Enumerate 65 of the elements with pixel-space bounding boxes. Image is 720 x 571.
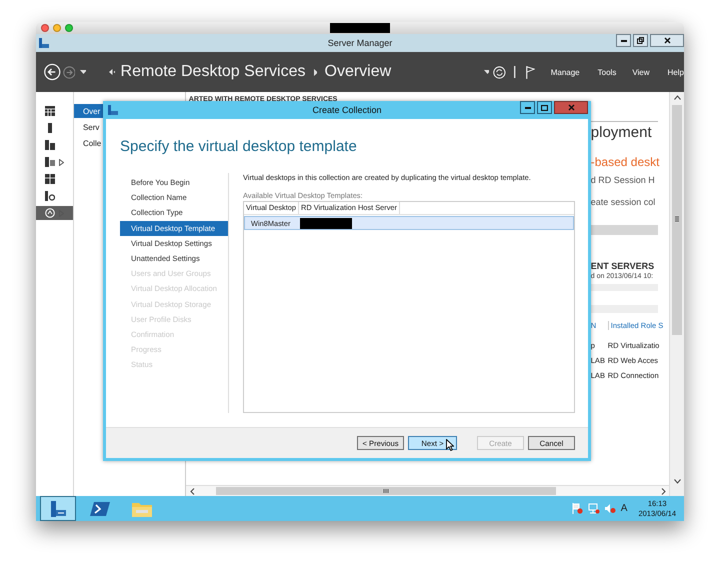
zoom-button[interactable] — [65, 24, 73, 32]
caret-down-icon[interactable] — [484, 70, 490, 74]
menu-item[interactable]: Manage — [550, 68, 580, 76]
double-arrow-left-icon — [108, 69, 115, 75]
folder-icon — [132, 500, 152, 516]
section-band — [590, 225, 658, 235]
redaction-block — [330, 23, 390, 33]
dialog-title: Create Collection — [312, 105, 382, 115]
breadcrumb-arrow-icon — [314, 68, 316, 76]
close-icon — [664, 37, 670, 44]
breadcrumb-link[interactable]: Remote Desktop Services — [120, 63, 306, 81]
server-manager-icon — [39, 38, 49, 48]
deployment-subtitle: -based deskt — [590, 155, 658, 169]
servers-heading: ENT SERVERS — [590, 261, 656, 271]
menu-item[interactable]: View — [632, 68, 650, 76]
maximize-button[interactable] — [537, 101, 552, 114]
table-toolbar — [590, 305, 658, 313]
grid-icon — [45, 106, 55, 116]
filter-bar — [590, 284, 658, 291]
horizontal-scrollbar[interactable] — [186, 485, 670, 496]
minimize-button[interactable] — [616, 34, 631, 47]
input-indicator[interactable]: A — [620, 503, 628, 514]
taskbar-app[interactable] — [40, 496, 76, 521]
speaker-muted-icon[interactable] — [604, 503, 616, 514]
restore-icon — [637, 37, 644, 44]
scroll-left-icon[interactable] — [190, 488, 196, 494]
separator-icon — [514, 66, 516, 78]
breadcrumb-current: Overview — [324, 63, 392, 81]
minimize-icon — [524, 106, 530, 108]
refresh-button[interactable] — [493, 64, 506, 80]
network-icon[interactable] — [588, 503, 600, 514]
scroll-thumb[interactable] — [672, 105, 682, 335]
close-icon — [568, 104, 574, 111]
dialog-heading: Specify the virtual desktop template — [119, 137, 358, 157]
caret-down-icon[interactable] — [80, 70, 86, 74]
window-title: Server Manager — [328, 38, 392, 48]
description-text: d RD Session H — [590, 175, 656, 185]
flag-error-icon[interactable] — [572, 503, 583, 514]
scroll-thumb[interactable] — [216, 487, 556, 495]
maximize-icon — [541, 104, 548, 110]
redaction-block — [300, 218, 352, 228]
scroll-up-icon[interactable] — [674, 95, 680, 101]
menu-item[interactable]: Tools — [598, 68, 616, 76]
dialog-app-icon — [108, 105, 118, 115]
nav-item[interactable]: Serv — [74, 120, 103, 134]
server-manager-icon — [49, 500, 67, 518]
servers-icon — [45, 140, 55, 150]
mouse-pointer-icon — [446, 439, 454, 451]
back-button[interactable] — [44, 61, 61, 83]
close-button[interactable] — [650, 34, 684, 47]
minimize-icon — [620, 40, 626, 42]
scroll-down-icon[interactable] — [674, 478, 680, 484]
vertical-scrollbar[interactable] — [669, 92, 684, 496]
menu-item[interactable]: Help — [668, 68, 684, 76]
powershell-icon — [90, 502, 110, 516]
nav-item[interactable]: Colle — [74, 136, 103, 150]
nav-item[interactable]: Over — [74, 104, 103, 118]
minimize-button[interactable] — [520, 101, 535, 114]
scroll-right-icon[interactable] — [661, 488, 668, 494]
flag-icon[interactable] — [526, 64, 535, 80]
server-icon — [45, 123, 55, 133]
description-text: eate session col — [590, 197, 656, 207]
restore-button[interactable] — [633, 34, 648, 47]
expand-arrow-icon — [59, 158, 64, 166]
sidebar-item[interactable] — [36, 206, 73, 220]
